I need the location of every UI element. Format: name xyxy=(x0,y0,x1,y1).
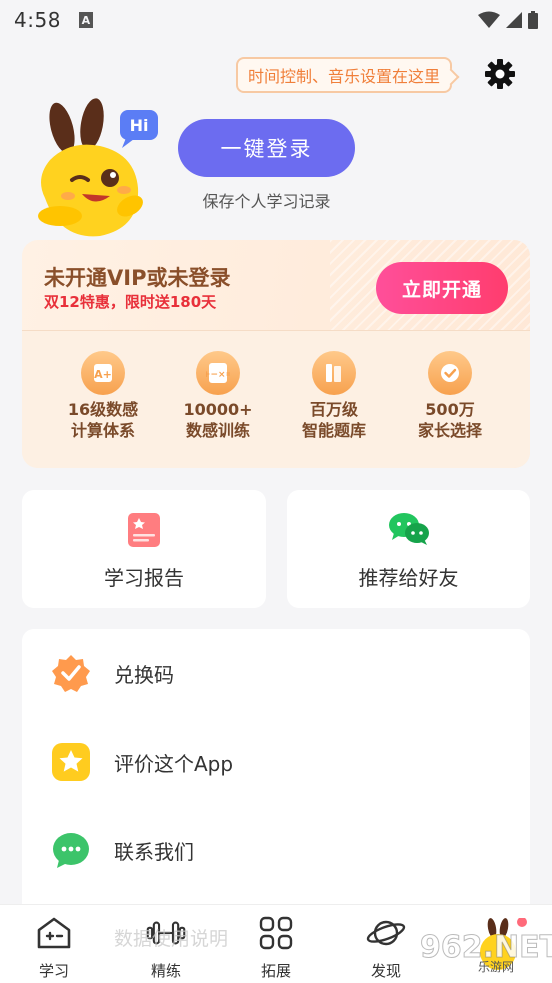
mascot-illustration: Hi xyxy=(38,98,158,237)
wechat-icon xyxy=(388,513,429,545)
open-vip-button[interactable]: 立即开通 xyxy=(376,262,508,314)
notification-a-icon: A xyxy=(78,12,93,28)
tab-study[interactable]: 学习 xyxy=(14,913,94,981)
vip-feature-line1: 500万 xyxy=(425,400,475,419)
vip-feature-line1: 10000+ xyxy=(183,400,253,419)
svg-text:+−×=: +−×= xyxy=(206,370,230,380)
vip-feature-line1: 百万级 xyxy=(309,400,358,419)
vip-card: 未开通VIP或未登录 双12特惠，限时送180天 立即开通 A+ 16级数感 计… xyxy=(22,240,530,468)
heart-check-icon xyxy=(428,351,472,395)
vip-feature-line2: 智能题库 xyxy=(301,421,366,440)
vip-feature-line2: 计算体系 xyxy=(70,421,135,440)
status-time: 4:58 xyxy=(14,8,61,32)
star-icon xyxy=(50,741,92,783)
vip-title: 未开通VIP或未登录 xyxy=(44,266,231,290)
vip-feature-line2: 数感训练 xyxy=(185,421,250,440)
menu-item-label: 评价这个App xyxy=(114,751,234,776)
settings-menu: 兑换码 评价这个App 联系我们 xyxy=(22,629,530,929)
grade-book-icon: A+ xyxy=(81,351,125,395)
login-subtitle: 保存个人学习记录 xyxy=(202,192,331,211)
data-usage-overlay-text: 数据使用说明 xyxy=(114,928,229,950)
tab-expand[interactable]: 拓展 xyxy=(236,913,316,981)
vip-feature: +−×= 10000+ 数感训练 xyxy=(163,351,273,441)
recommend-friend-card[interactable]: 推荐给好友 xyxy=(287,490,530,608)
chat-icon xyxy=(50,829,92,871)
vip-promo: 双12特惠，限时送180天 xyxy=(44,293,217,311)
menu-item-label: 兑换码 xyxy=(114,662,174,687)
signal-icon xyxy=(506,12,522,28)
grid-icon xyxy=(256,913,296,953)
vip-feature-line2: 家长选择 xyxy=(417,421,482,440)
home-plus-icon xyxy=(34,913,74,953)
learning-report-card[interactable]: 学习报告 xyxy=(22,490,266,608)
battery-icon xyxy=(528,11,538,29)
vip-feature: A+ 16级数感 计算体系 xyxy=(48,351,158,441)
calculator-icon: +−×= xyxy=(196,351,240,395)
report-icon xyxy=(128,513,160,547)
tab-label: 发现 xyxy=(370,962,401,980)
svg-text:A+: A+ xyxy=(94,368,112,381)
recommend-friend-label: 推荐给好友 xyxy=(358,566,459,590)
tab-label: 精练 xyxy=(150,962,181,980)
settings-gear-icon[interactable] xyxy=(484,58,516,90)
learning-report-label: 学习报告 xyxy=(104,566,184,590)
book-shelf-icon xyxy=(312,351,356,395)
planet-icon xyxy=(366,913,406,953)
vip-feature: 百万级 智能题库 xyxy=(279,351,389,441)
status-icons xyxy=(478,11,538,29)
wifi-icon xyxy=(478,11,500,28)
one-click-login-button[interactable]: 一键登录 xyxy=(178,119,355,177)
vip-features: A+ 16级数感 计算体系 +−×= 10000+ 数感训练 百万级 智能题库 … xyxy=(22,331,530,468)
tab-label: 拓展 xyxy=(260,962,291,980)
menu-item-label: 联系我们 xyxy=(114,839,194,864)
status-bar: 4:58 A xyxy=(0,0,552,40)
vip-feature-line1: 16级数感 xyxy=(67,400,139,419)
settings-tip: 时间控制、音乐设置在这里 xyxy=(236,57,453,93)
mascot-greeting: Hi xyxy=(130,116,149,135)
tab-discover[interactable]: 发现 xyxy=(346,913,426,981)
menu-item-contact-us[interactable]: 联系我们 xyxy=(22,806,530,894)
badge-check-icon xyxy=(50,652,92,694)
tab-label: 学习 xyxy=(38,962,69,980)
vip-feature: 500万 家长选择 xyxy=(395,351,505,441)
menu-item-rate-app[interactable]: 评价这个App xyxy=(22,718,530,806)
menu-item-redeem-code[interactable]: 兑换码 xyxy=(22,629,530,717)
watermark-sub: 乐游网 xyxy=(478,960,515,974)
